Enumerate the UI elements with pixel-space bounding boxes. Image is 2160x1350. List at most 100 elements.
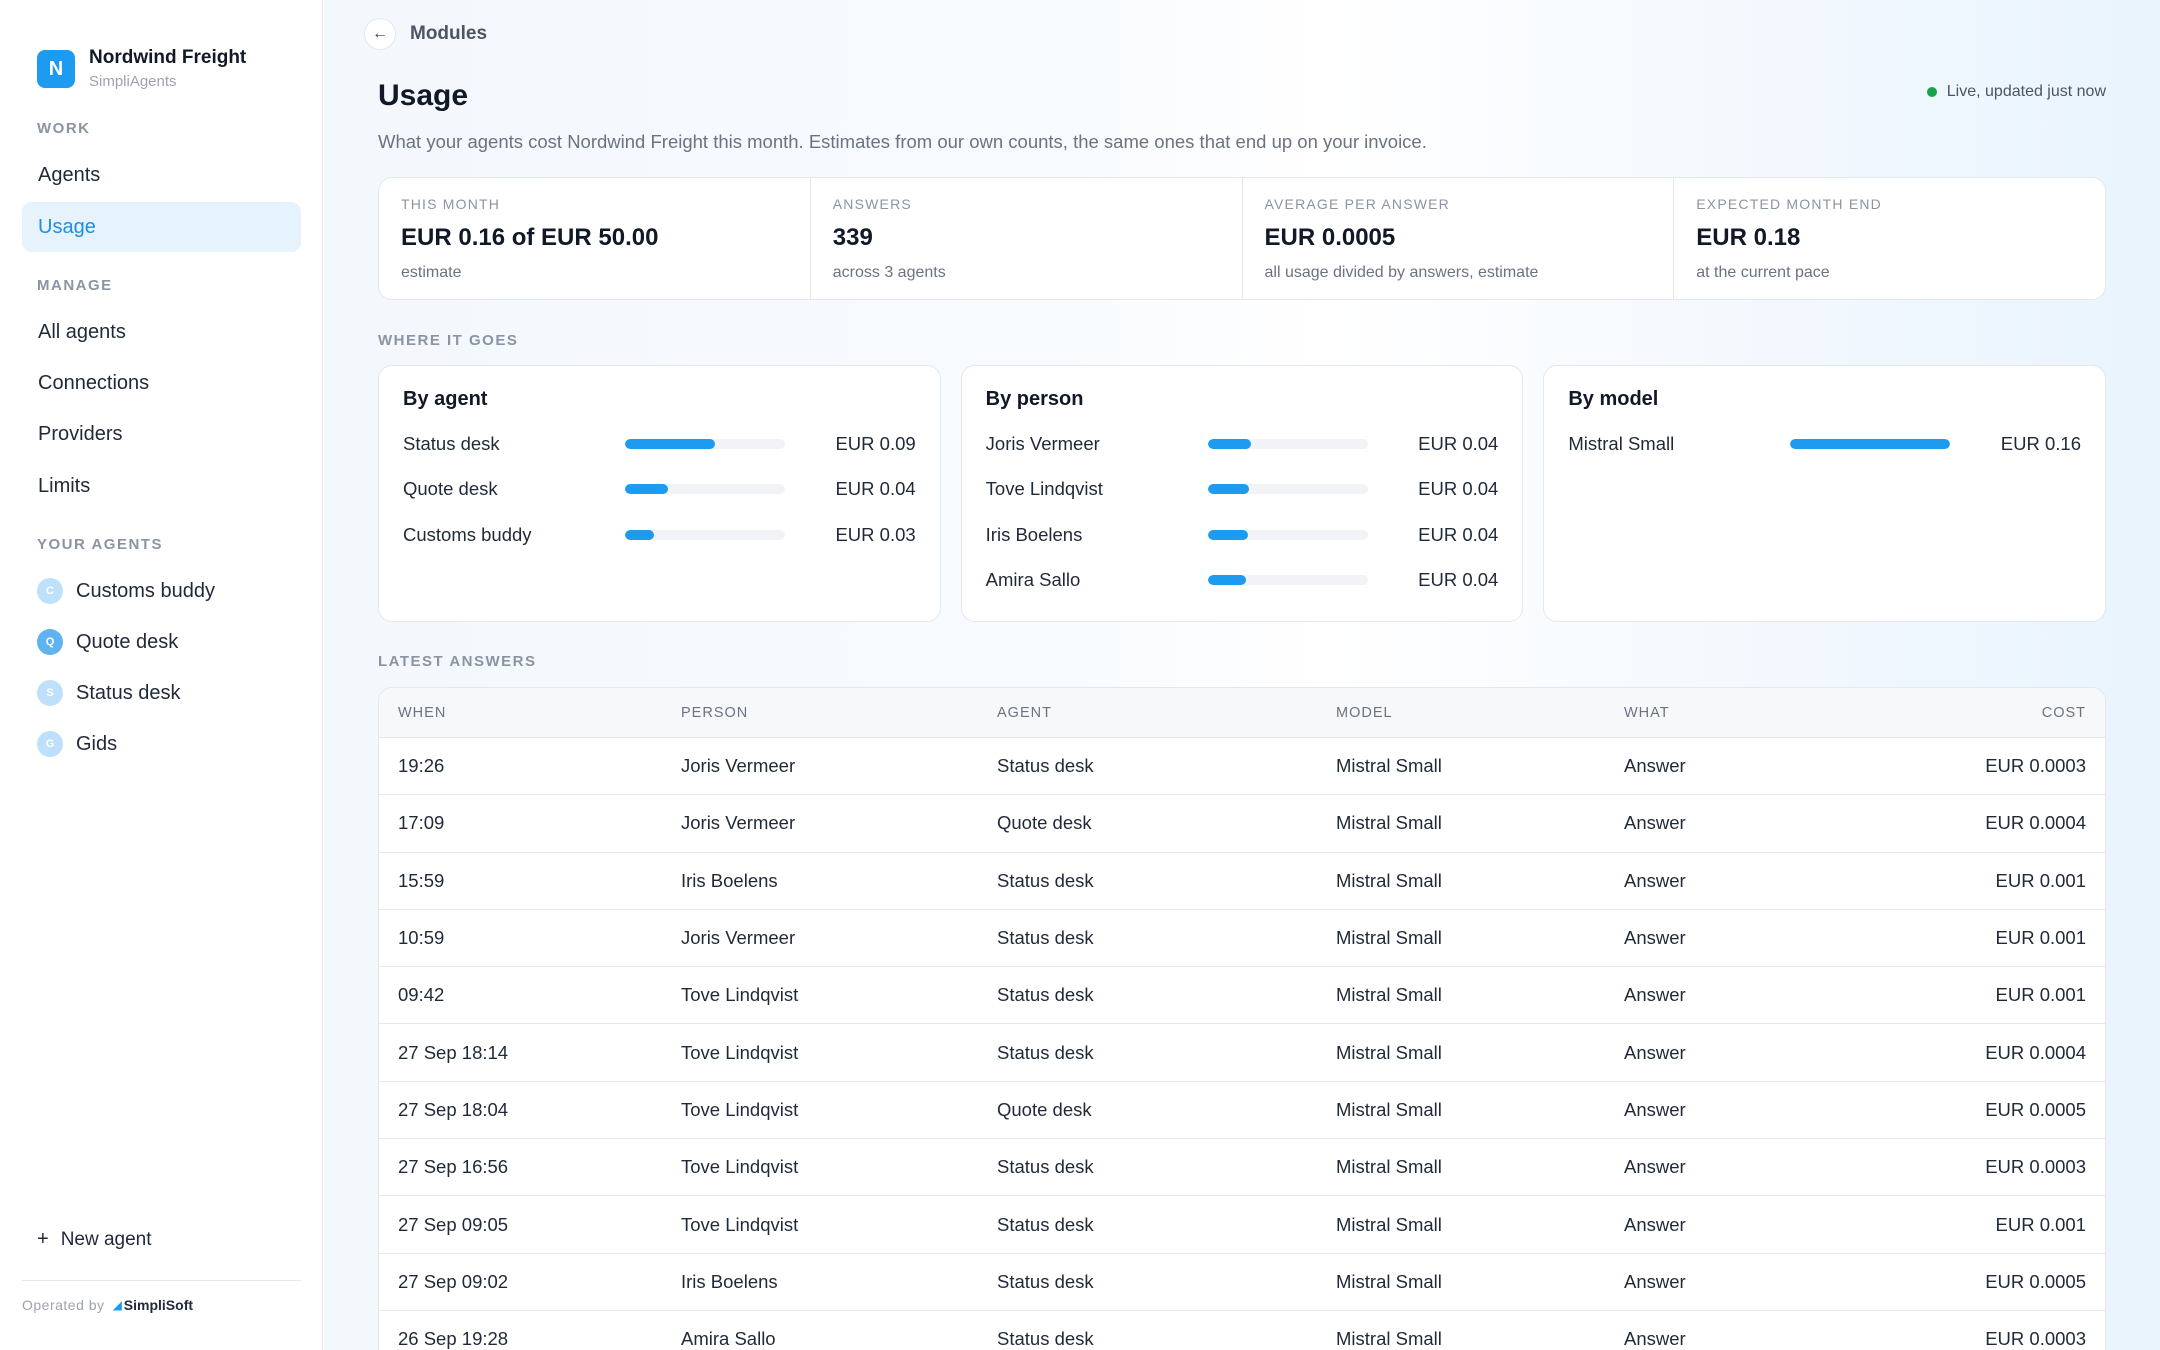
sidebar: N Nordwind Freight SimpliAgents WORK Age… — [0, 0, 323, 1350]
sidebar-agent-gids[interactable]: G Gids — [22, 721, 301, 767]
table-body: 19:26 Joris Vermeer Status desk Mistral Sma… — [379, 738, 2105, 1350]
breakdown-row: Tove Lindqvist EUR 0.04 — [986, 467, 1499, 513]
stat-answers: ANSWERS 339 across 3 agents — [811, 178, 1243, 299]
bar-track — [1207, 529, 1368, 540]
card-by-agent: By agent Status desk EUR 0.09 Quote desk… — [378, 365, 941, 622]
stat-note: across 3 agents — [832, 264, 946, 281]
row-label: Iris Boelens — [985, 523, 1083, 545]
bar-fill — [625, 438, 715, 449]
table-row: 15:59 Iris Boelens Status desk Mistral Smal… — [379, 853, 2105, 910]
bar-track — [1207, 438, 1368, 449]
cell-person: Tove Lindqvist — [681, 1156, 799, 1178]
table-row: 27 Sep 18:04 Tove Lindqvist Quote desk Mist… — [379, 1082, 2105, 1140]
cell-agent: Status desk — [997, 927, 1094, 949]
row-label: Joris Vermeer — [985, 432, 1100, 454]
stat-label: THIS MONTH — [401, 196, 501, 212]
table-row: 26 Sep 19:28 Amira Sallo Status desk Mistra… — [379, 1311, 2105, 1350]
cell-model: Mistral Small — [1336, 869, 1442, 891]
cell-cost: EUR 0.0005 — [1985, 1098, 2086, 1120]
cell-model: Mistral Small — [1336, 927, 1442, 949]
breakdown-row: Customs buddy EUR 0.03 — [403, 512, 916, 558]
cell-what: Answer — [1624, 1270, 1686, 1292]
sidebar-item-providers[interactable]: Providers — [22, 409, 301, 459]
cell-cost: EUR 0.001 — [1995, 869, 2087, 891]
sidebar-agent-customs-buddy[interactable]: C Customs buddy — [22, 568, 301, 614]
new-agent-label: New agent — [60, 1228, 152, 1250]
cell-what: Answer — [1624, 984, 1686, 1006]
cell-when: 15:59 — [398, 869, 445, 891]
table-row: 10:59 Joris Vermeer Status desk Mistral Sma… — [379, 910, 2105, 968]
latest-answers-table: WHEN PERSON AGENT MODEL WHAT COST 19:26 J… — [378, 687, 2106, 1350]
cell-cost: EUR 0.001 — [1995, 984, 2087, 1006]
cell-when: 19:26 — [398, 755, 445, 777]
plus-icon: + — [37, 1228, 49, 1250]
operator-name: SimpliSoft — [123, 1297, 194, 1313]
stat-label: AVERAGE PER ANSWER — [1264, 196, 1450, 212]
row-value: EUR 0.09 — [835, 432, 916, 454]
sidebar-agent-status-desk[interactable]: S Status desk — [22, 670, 301, 716]
breakdown-row: Joris Vermeer EUR 0.04 — [986, 421, 1499, 467]
sidebar-agent-label: Status desk — [76, 681, 181, 704]
sidebar-item-connections[interactable]: Connections — [22, 358, 301, 408]
sidebar-agent-quote-desk[interactable]: Q Quote desk — [22, 619, 301, 665]
brand[interactable]: N Nordwind Freight SimpliAgents — [37, 46, 246, 92]
row-value: EUR 0.16 — [2000, 432, 2082, 454]
table-row: 17:09 Joris Vermeer Quote desk Mistral Smal… — [379, 795, 2105, 853]
stat-note: all usage divided by answers, estimate — [1264, 264, 1539, 281]
bar-fill — [625, 484, 669, 495]
row-value: EUR 0.04 — [835, 478, 916, 500]
cell-agent: Quote desk — [997, 812, 1092, 834]
cell-agent: Status desk — [997, 1328, 1094, 1350]
sidebar-item-limits[interactable]: Limits — [22, 461, 301, 511]
cell-agent: Status desk — [997, 755, 1094, 777]
cell-what: Answer — [1624, 1156, 1686, 1178]
row-value: EUR 0.04 — [1418, 432, 1499, 454]
cell-person: Tove Lindqvist — [681, 1213, 799, 1235]
bar-fill — [1790, 438, 1951, 449]
section-label-your-agents: YOUR AGENTS — [37, 536, 163, 553]
cell-model: Mistral Small — [1336, 1270, 1442, 1292]
back-to-modules[interactable]: ← Modules — [364, 18, 487, 50]
cell-when: 10:59 — [398, 927, 445, 949]
table-row: 27 Sep 16:56 Tove Lindqvist Status desk Mis… — [379, 1139, 2105, 1197]
page-subtitle: What your agents cost Nordwind Freight t… — [378, 131, 1427, 152]
card-title: By person — [985, 388, 1084, 410]
cell-cost: EUR 0.0003 — [1985, 1328, 2086, 1350]
row-label: Tove Lindqvist — [985, 478, 1103, 500]
cell-what: Answer — [1624, 1041, 1686, 1063]
cell-model: Mistral Small — [1336, 812, 1442, 834]
new-agent-button[interactable]: + New agent — [37, 1228, 152, 1251]
cell-cost: EUR 0.0003 — [1985, 1156, 2086, 1178]
row-value: EUR 0.04 — [1418, 478, 1499, 500]
column-header-what: WHAT — [1624, 704, 1670, 721]
cell-what: Answer — [1624, 812, 1686, 834]
agent-avatar-icon: Q — [37, 629, 63, 655]
sidebar-item-usage[interactable]: Usage — [22, 202, 301, 252]
cell-what: Answer — [1624, 869, 1686, 891]
bar-fill — [1207, 575, 1247, 586]
breakdown-row: Quote desk EUR 0.04 — [403, 467, 916, 513]
live-status: Live, updated just now — [1926, 83, 2106, 101]
row-label: Status desk — [403, 432, 500, 454]
cell-when: 27 Sep 18:04 — [398, 1098, 509, 1120]
bar-fill — [625, 529, 654, 540]
cell-model: Mistral Small — [1336, 1328, 1442, 1350]
sidebar-item-all-agents[interactable]: All agents — [22, 307, 301, 357]
main-content: ← Modules Usage Live, updated just now W… — [324, 0, 2160, 1350]
table-row: 27 Sep 09:02 Iris Boelens Status desk Mistr… — [379, 1254, 2105, 1311]
cell-person: Iris Boelens — [681, 869, 778, 891]
stat-label: ANSWERS — [832, 196, 912, 212]
section-heading-where-it-goes: WHERE IT GOES — [378, 332, 519, 349]
sidebar-item-agents[interactable]: Agents — [22, 150, 301, 200]
cell-agent: Status desk — [997, 984, 1094, 1006]
agent-avatar-icon: S — [37, 680, 63, 706]
breakdown-cards: By agent Status desk EUR 0.09 Quote desk… — [378, 365, 2107, 622]
cell-agent: Status desk — [997, 869, 1094, 891]
divider — [22, 1280, 301, 1281]
cell-when: 27 Sep 09:05 — [398, 1213, 509, 1235]
live-status-text: Live, updated just now — [1946, 83, 2106, 100]
cell-when: 27 Sep 09:02 — [398, 1270, 509, 1292]
bar-fill — [1207, 438, 1251, 449]
bar-track — [1790, 438, 1951, 449]
stat-value: EUR 0.0005 — [1264, 224, 1396, 251]
